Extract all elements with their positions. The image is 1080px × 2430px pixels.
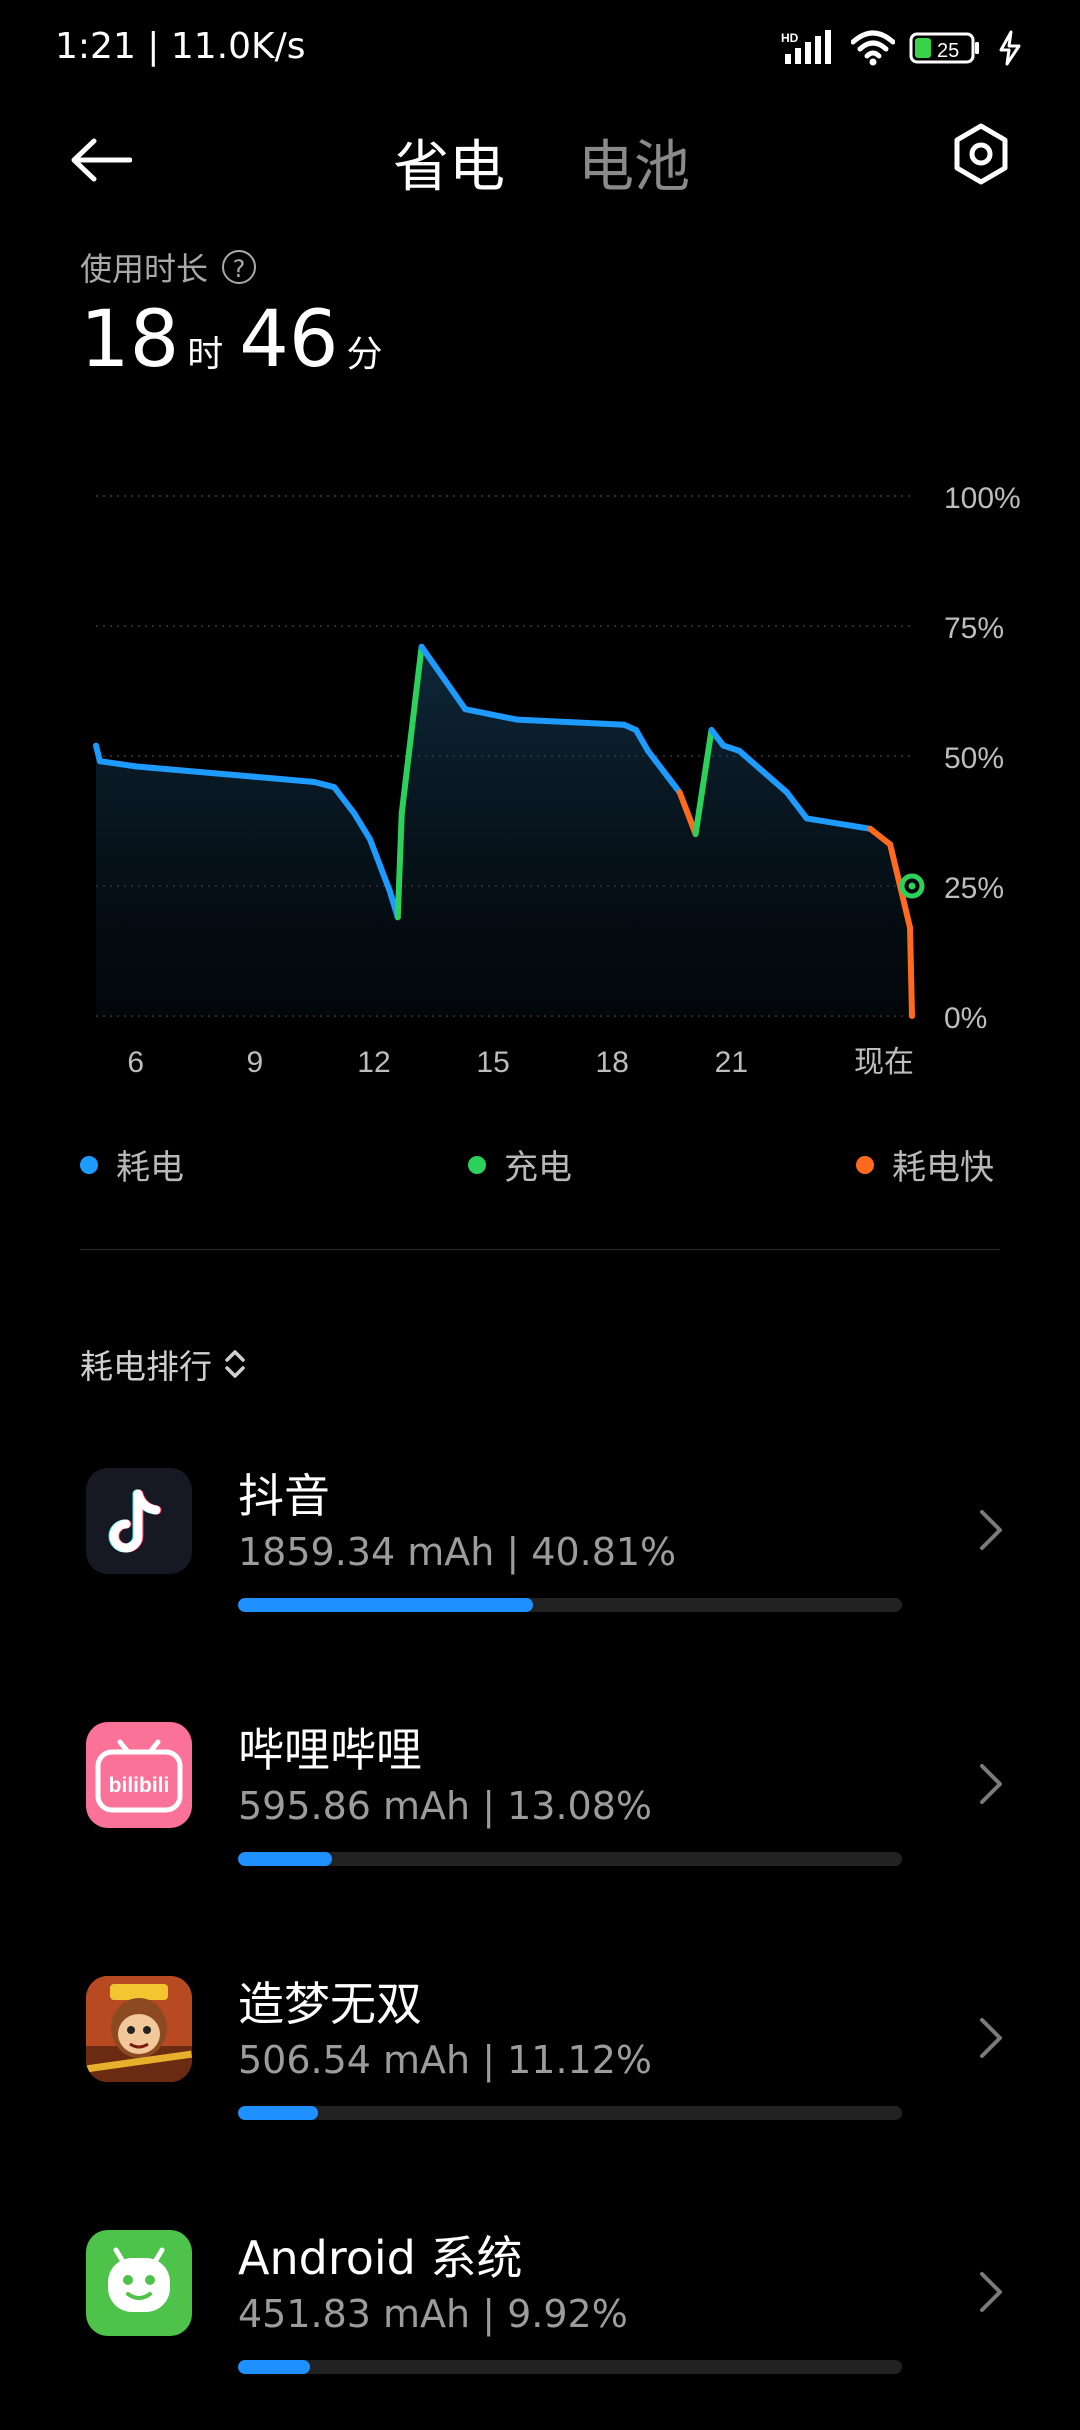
ranking-title: 耗电排行	[80, 1347, 212, 1386]
chevron-right-icon	[980, 2018, 1002, 2058]
bilibili-icon-text: bilibili	[109, 1774, 170, 1797]
app-name: Android 系统	[238, 2231, 523, 2285]
usage-hours-unit: 时	[187, 334, 224, 375]
bilibili-icon: bilibili	[86, 1722, 192, 1828]
battery-line-segment	[569, 719, 628, 728]
usage-duration: 18 时 46 分	[80, 295, 399, 385]
app-usage-bar-fill	[238, 1598, 533, 1612]
legend-item-charging: 充电	[468, 1140, 572, 1189]
wifi-icon	[851, 30, 895, 66]
chevron-right-icon	[980, 1764, 1002, 1804]
divider	[80, 1249, 1000, 1250]
y-tick-label: 100%	[944, 482, 1021, 515]
settings-gear-icon	[954, 123, 1008, 185]
app-row-douyin[interactable]: 抖音 1859.34 mAh | 40.81%	[0, 1468, 1080, 1668]
legend-label-charging: 充电	[504, 1148, 572, 1188]
sort-toggle-icon	[225, 1350, 245, 1378]
status-time-speed: 1:21 | 11.0K/s	[55, 26, 306, 67]
tab-battery[interactable]: 电池	[578, 122, 690, 203]
help-icon[interactable]: ?	[222, 250, 257, 284]
battery-level: 25	[937, 40, 959, 62]
y-tick-label: 0%	[944, 1002, 987, 1035]
legend-item-drain: 耗电	[80, 1140, 184, 1189]
back-arrow-icon	[71, 138, 132, 182]
app-name: 造梦无双	[238, 1977, 422, 2031]
app-usage-bar-fill	[238, 1852, 333, 1866]
usage-minutes: 46	[239, 295, 339, 385]
usage-hours: 18	[80, 295, 180, 385]
usage-minutes-unit: 分	[346, 334, 383, 375]
settings-button[interactable]	[950, 123, 1012, 185]
chart-area	[96, 646, 912, 1016]
x-tick-label: 15	[476, 1046, 509, 1079]
legend-label-fast-drain: 耗电快	[892, 1148, 994, 1188]
app-usage-stat: 595.86 mAh | 13.08%	[238, 1784, 652, 1828]
app-usage-stat: 451.83 mAh | 9.92%	[238, 2292, 628, 2336]
battery-line-segment	[907, 924, 915, 1019]
zaomeng-game-icon	[86, 1976, 192, 2082]
app-row-zaomeng[interactable]: 造梦无双 506.54 mAh | 11.12%	[0, 1976, 1080, 2176]
legend-dot-charging	[468, 1155, 486, 1174]
x-tick-label: 9	[246, 1046, 263, 1079]
usage-label-row: 使用时长 ?	[80, 244, 257, 290]
legend-label-drain: 耗电	[116, 1148, 184, 1188]
app-row-bilibili[interactable]: bilibili 哔哩哔哩 595.86 mAh | 13.08%	[0, 1722, 1080, 1922]
y-tick-label: 75%	[944, 612, 1004, 645]
app-usage-bar	[238, 2106, 902, 2120]
legend-dot-drain	[80, 1155, 98, 1174]
y-tick-label: 50%	[944, 742, 1004, 775]
app-name: 抖音	[238, 1469, 330, 1523]
app-row-android-system[interactable]: Android 系统 451.83 mAh | 9.92%	[0, 2230, 1080, 2430]
network-badge: HD	[781, 31, 799, 45]
douyin-icon	[86, 1468, 192, 1574]
app-usage-stat: 1859.34 mAh | 40.81%	[238, 1530, 677, 1574]
battery-level-chart: 100% 75% 50% 25% 0% 6 9 12 15 18 21 现在	[93, 482, 1021, 1079]
ranking-sort-toggle[interactable]: 耗电排行	[80, 1340, 246, 1388]
x-tick-label: 21	[715, 1046, 748, 1079]
app-usage-bar	[238, 1852, 902, 1866]
app-usage-bar	[238, 1598, 902, 1612]
current-level-marker-dot	[908, 882, 916, 890]
x-tick-label: 现在	[854, 1046, 914, 1079]
app-name: 哔哩哔哩	[238, 1723, 422, 1777]
app-usage-stat: 506.54 mAh | 11.12%	[238, 2038, 652, 2082]
signal-icon: HD	[781, 30, 831, 64]
battery-icon: 25	[909, 32, 979, 64]
chevron-right-icon	[980, 2272, 1002, 2312]
battery-line-segment	[513, 716, 576, 726]
app-usage-bar-fill	[238, 2106, 319, 2120]
legend-item-fast-drain: 耗电快	[856, 1140, 994, 1189]
back-button[interactable]	[70, 130, 150, 190]
app-usage-bar	[238, 2360, 902, 2374]
status-icons: HD 25	[781, 28, 1025, 68]
legend-dot-fast-drain	[856, 1155, 874, 1174]
usage-label: 使用时长	[80, 250, 209, 288]
android-system-icon	[86, 2230, 192, 2336]
x-tick-label: 12	[357, 1046, 390, 1079]
chevron-right-icon	[980, 1510, 1002, 1550]
tab-power-saving[interactable]: 省电	[393, 122, 505, 203]
app-usage-bar-fill	[238, 2360, 310, 2374]
charging-bolt-icon	[999, 30, 1021, 66]
y-tick-label: 25%	[944, 872, 1004, 905]
x-tick-label: 18	[596, 1046, 629, 1079]
battery-line-segment	[394, 810, 405, 921]
x-tick-label: 6	[127, 1046, 144, 1079]
